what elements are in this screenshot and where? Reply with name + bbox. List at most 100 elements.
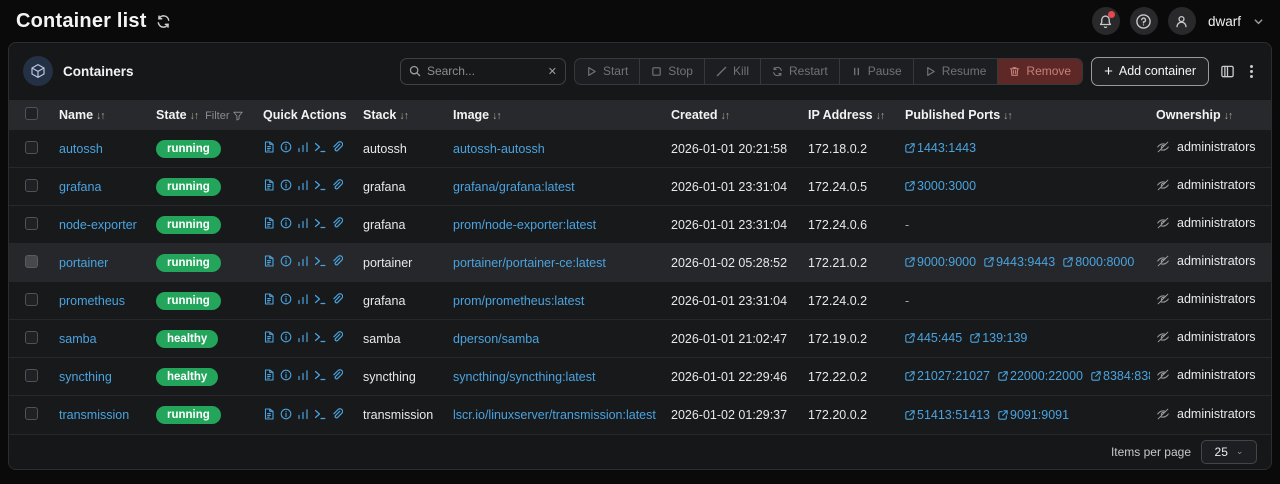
column-header-name[interactable]: Name↓↑	[53, 100, 150, 130]
console-icon[interactable]	[314, 179, 326, 191]
stats-icon[interactable]	[297, 369, 309, 381]
published-port-link[interactable]: 8384:8384	[1091, 369, 1150, 383]
image-link[interactable]: lscr.io/linuxserver/transmission:latest	[453, 408, 656, 422]
select-all-checkbox[interactable]	[25, 107, 38, 120]
stats-icon[interactable]	[297, 331, 309, 343]
published-port-link[interactable]: 22000:22000	[998, 369, 1083, 383]
attach-icon[interactable]	[331, 179, 343, 191]
attach-icon[interactable]	[331, 293, 343, 305]
image-link[interactable]: prom/node-exporter:latest	[453, 218, 596, 232]
inspect-icon[interactable]	[280, 293, 292, 305]
stats-icon[interactable]	[297, 179, 309, 191]
column-header-stack[interactable]: Stack↓↑	[357, 100, 447, 130]
console-icon[interactable]	[314, 293, 326, 305]
console-icon[interactable]	[314, 255, 326, 267]
attach-icon[interactable]	[331, 217, 343, 229]
row-checkbox[interactable]	[25, 369, 38, 382]
row-checkbox[interactable]	[25, 217, 38, 230]
restart-button[interactable]: Restart	[761, 59, 840, 84]
table-row[interactable]: node-exporter running	[9, 206, 1271, 244]
console-icon[interactable]	[314, 141, 326, 153]
table-row[interactable]: grafana running	[9, 168, 1271, 206]
column-header-ports[interactable]: Published Ports↓↑	[899, 100, 1150, 130]
image-link[interactable]: grafana/grafana:latest	[453, 180, 575, 194]
image-link[interactable]: autossh-autossh	[453, 142, 545, 156]
row-checkbox[interactable]	[25, 179, 38, 192]
attach-icon[interactable]	[331, 255, 343, 267]
console-icon[interactable]	[314, 331, 326, 343]
inspect-icon[interactable]	[280, 255, 292, 267]
column-header-state[interactable]: State↓↑Filter	[150, 100, 257, 130]
image-link[interactable]: prom/prometheus:latest	[453, 294, 584, 308]
container-name-link[interactable]: prometheus	[59, 294, 125, 308]
logs-icon[interactable]	[263, 331, 275, 343]
container-name-link[interactable]: autossh	[59, 142, 103, 156]
table-row[interactable]: syncthing healthy	[9, 358, 1271, 396]
attach-icon[interactable]	[331, 408, 343, 420]
logs-icon[interactable]	[263, 369, 275, 381]
logs-icon[interactable]	[263, 141, 275, 153]
attach-icon[interactable]	[331, 369, 343, 381]
published-port-link[interactable]: 21027:21027	[905, 369, 990, 383]
search-clear-icon[interactable]: ✕	[548, 65, 557, 78]
items-per-page-select[interactable]: 25 ⌄	[1201, 440, 1257, 464]
published-port-link[interactable]: 51413:51413	[905, 408, 990, 422]
inspect-icon[interactable]	[280, 179, 292, 191]
stats-icon[interactable]	[297, 141, 309, 153]
column-header-ownership[interactable]: Ownership↓↑	[1150, 100, 1271, 130]
container-name-link[interactable]: transmission	[59, 408, 129, 422]
logs-icon[interactable]	[263, 255, 275, 267]
column-header-image[interactable]: Image↓↑	[447, 100, 665, 130]
console-icon[interactable]	[314, 369, 326, 381]
stats-icon[interactable]	[297, 408, 309, 420]
stop-button[interactable]: Stop	[640, 59, 705, 84]
inspect-icon[interactable]	[280, 141, 292, 153]
start-button[interactable]: Start	[575, 59, 640, 84]
container-name-link[interactable]: portainer	[59, 256, 108, 270]
row-checkbox[interactable]	[25, 141, 38, 154]
inspect-icon[interactable]	[280, 408, 292, 420]
logs-icon[interactable]	[263, 293, 275, 305]
inspect-icon[interactable]	[280, 369, 292, 381]
published-port-link[interactable]: 9000:9000	[905, 255, 976, 269]
logs-icon[interactable]	[263, 217, 275, 229]
notifications-button[interactable]	[1092, 7, 1120, 35]
resume-button[interactable]: Resume	[914, 59, 999, 84]
attach-icon[interactable]	[331, 141, 343, 153]
inspect-icon[interactable]	[280, 331, 292, 343]
published-port-link[interactable]: 9091:9091	[998, 408, 1069, 422]
logs-icon[interactable]	[263, 408, 275, 420]
stats-icon[interactable]	[297, 293, 309, 305]
console-icon[interactable]	[314, 217, 326, 229]
table-row[interactable]: samba healthy	[9, 320, 1271, 358]
columns-settings-icon[interactable]	[1217, 64, 1238, 79]
published-port-link[interactable]: 3000:3000	[905, 179, 976, 193]
published-port-link[interactable]: 139:139	[970, 331, 1027, 345]
chevron-down-icon[interactable]	[1253, 16, 1264, 27]
table-row[interactable]: prometheus running	[9, 282, 1271, 320]
published-port-link[interactable]: 445:445	[905, 331, 962, 345]
container-name-link[interactable]: samba	[59, 332, 97, 346]
row-checkbox[interactable]	[25, 255, 38, 268]
console-icon[interactable]	[314, 408, 326, 420]
state-filter-button[interactable]: Filter	[205, 110, 242, 122]
published-port-link[interactable]: 9443:9443	[984, 255, 1055, 269]
row-checkbox[interactable]	[25, 407, 38, 420]
remove-button[interactable]: Remove	[998, 59, 1082, 84]
container-name-link[interactable]: syncthing	[59, 370, 112, 384]
stats-icon[interactable]	[297, 255, 309, 267]
inspect-icon[interactable]	[280, 217, 292, 229]
published-port-link[interactable]: 8000:8000	[1063, 255, 1134, 269]
published-port-link[interactable]: 1443:1443	[905, 141, 976, 155]
container-name-link[interactable]: grafana	[59, 180, 101, 194]
image-link[interactable]: syncthing/syncthing:latest	[453, 370, 595, 384]
add-container-button[interactable]: + Add container	[1091, 57, 1209, 86]
attach-icon[interactable]	[331, 331, 343, 343]
column-header-created[interactable]: Created↓↑	[665, 100, 802, 130]
table-row[interactable]: transmission running	[9, 396, 1271, 434]
row-checkbox[interactable]	[25, 293, 38, 306]
refresh-icon[interactable]	[156, 14, 171, 29]
container-name-link[interactable]: node-exporter	[59, 218, 137, 232]
kill-button[interactable]: Kill	[705, 59, 761, 84]
user-menu-button[interactable]	[1168, 7, 1196, 35]
